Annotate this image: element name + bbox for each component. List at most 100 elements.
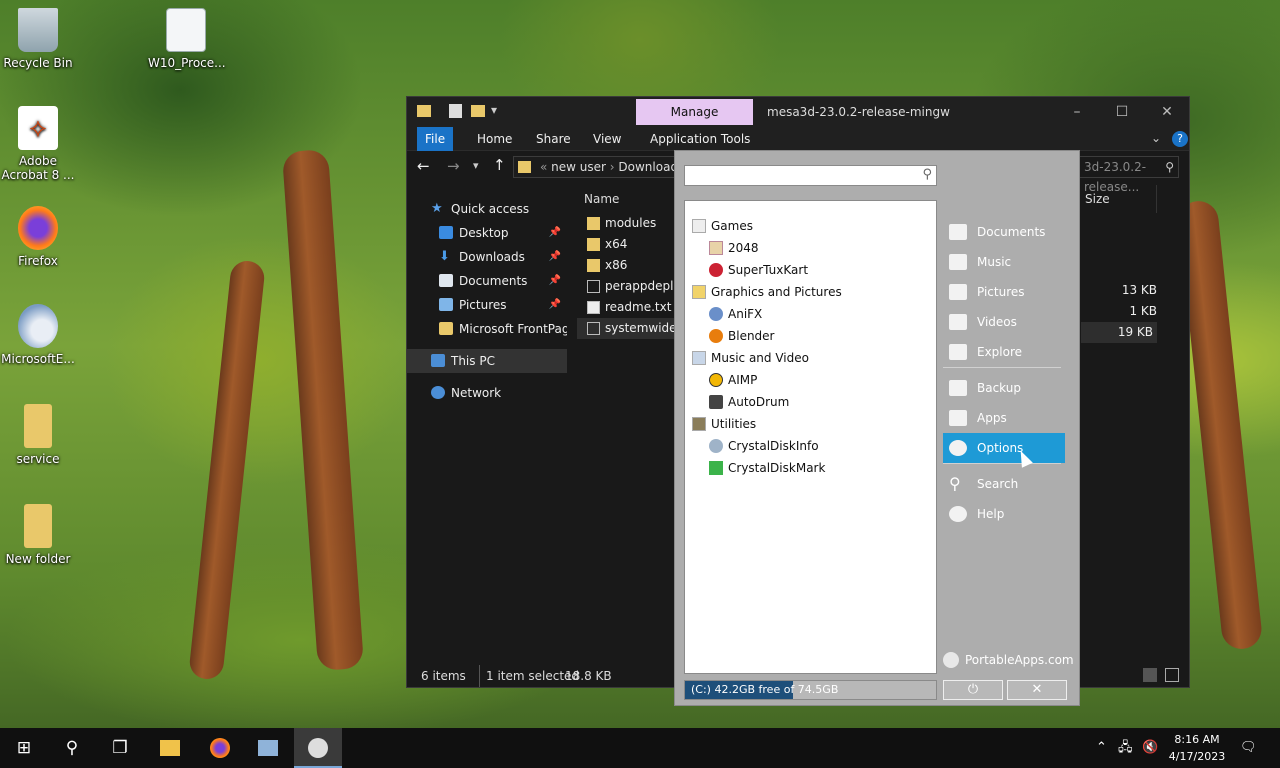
app-aimp[interactable]: AIMP — [685, 369, 936, 391]
nav-desktop[interactable]: Desktop 📌 — [407, 221, 567, 245]
power-button[interactable]: ⏻ — [943, 680, 1003, 700]
app-blender[interactable]: Blender — [685, 325, 936, 347]
link-options[interactable]: Options — [943, 433, 1065, 463]
task-view-button[interactable]: ❐ — [96, 728, 144, 768]
crystaldiskinfo-icon — [709, 439, 723, 453]
app-anifx[interactable]: AniFX — [685, 303, 936, 325]
notifications-icon[interactable]: 🗨 — [1240, 728, 1257, 768]
file-row[interactable]: perappdeploy — [577, 276, 681, 297]
tab-share[interactable]: Share — [528, 127, 579, 151]
nav-network[interactable]: Network — [407, 381, 567, 405]
folder-icon — [24, 404, 52, 448]
power-icon: ⏻ — [967, 682, 979, 697]
app-2048[interactable]: 2048 — [685, 237, 936, 259]
link-apps[interactable]: Apps — [943, 403, 1065, 433]
file-icon — [166, 8, 206, 52]
app-crystaldiskmark[interactable]: CrystalDiskMark — [685, 457, 936, 479]
taskbar-portableapps[interactable] — [294, 728, 342, 768]
link-music[interactable]: Music — [943, 247, 1065, 277]
manage-tab[interactable]: Manage — [636, 99, 753, 125]
forward-arrow-icon[interactable]: → — [447, 157, 460, 175]
taskbar-app[interactable] — [244, 728, 292, 768]
address-bar[interactable]: « new user › Downloads — [513, 156, 677, 178]
portableapps-logo[interactable]: PortableApps.com — [943, 651, 1074, 669]
taskbar-file-explorer[interactable] — [146, 728, 194, 768]
tree-trunk — [281, 149, 365, 671]
address-segment[interactable]: new user — [551, 160, 606, 174]
system-clock[interactable]: 8:16 AM 4/17/2023 — [1166, 731, 1228, 765]
search-icon[interactable]: ⚲ — [922, 167, 932, 182]
link-documents[interactable]: Documents — [943, 217, 1065, 247]
address-segment[interactable]: Downloads — [618, 160, 676, 174]
desktop-icon-label: service — [16, 452, 60, 466]
new-folder-icon[interactable] — [471, 105, 485, 117]
minimize-button[interactable]: – — [1062, 103, 1092, 121]
file-row[interactable]: modules — [577, 213, 681, 234]
app-autodrum[interactable]: AutoDrum — [685, 391, 936, 413]
category-games[interactable]: Games — [685, 215, 936, 237]
nav-quick-access[interactable]: ★ Quick access — [407, 197, 567, 221]
explorer-search-box[interactable]: 3d-23.0.2-release... ⚲ — [1079, 156, 1179, 194]
desktop-icon-service[interactable]: service — [0, 404, 76, 466]
desktop-icon-firefox[interactable]: Firefox — [0, 206, 76, 268]
nav-downloads[interactable]: ⬇ Downloads 📌 — [407, 245, 567, 269]
volume-muted-icon[interactable]: 🔇 — [1142, 728, 1158, 768]
link-search[interactable]: ⚲ Search — [943, 469, 1065, 499]
details-view-icon[interactable] — [1143, 668, 1157, 682]
folder-icon — [439, 322, 453, 335]
up-arrow-icon[interactable]: ↑ — [493, 156, 506, 174]
link-explore[interactable]: Explore — [943, 337, 1065, 367]
category-utilities[interactable]: Utilities — [685, 413, 936, 435]
desktop-icon-w10-process[interactable]: W10_Proce... — [148, 8, 226, 70]
tab-file[interactable]: File — [417, 127, 454, 151]
close-menu-button[interactable]: ✕ — [1007, 680, 1067, 700]
start-button[interactable]: ⊞ — [0, 728, 48, 768]
file-name: x86 — [605, 258, 628, 272]
category-music-and-video[interactable]: Music and Video — [685, 347, 936, 369]
nav-this-pc[interactable]: This PC — [407, 349, 567, 373]
apps-search-input[interactable]: ⚲ — [684, 165, 937, 186]
category-graphics-and-pictures[interactable]: Graphics and Pictures — [685, 281, 936, 303]
ribbon-expand-icon[interactable]: ⌄ — [1151, 131, 1161, 145]
taskbar-firefox[interactable] — [196, 728, 244, 768]
show-hidden-icons-icon[interactable]: ⌃ — [1096, 728, 1107, 768]
desktop-icon-microsoft-installer[interactable]: MicrosoftE... — [0, 304, 76, 366]
network-icon[interactable]: 🖧 — [1118, 728, 1133, 768]
acrobat-icon: ⟡ — [18, 106, 58, 150]
folder-icon — [949, 344, 967, 360]
address-overflow-icon: « — [540, 160, 552, 174]
properties-icon[interactable] — [449, 104, 462, 118]
file-row-selected[interactable]: systemwidedeploy — [577, 318, 681, 339]
app-crystaldiskinfo[interactable]: CrystalDiskInfo — [685, 435, 936, 457]
file-row[interactable]: readme.txt — [577, 297, 681, 318]
tab-home[interactable]: Home — [469, 127, 520, 151]
desktop-icon-new-folder[interactable]: New folder — [0, 504, 76, 566]
link-help[interactable]: Help — [943, 499, 1065, 529]
desktop-icon-recycle-bin[interactable]: Recycle Bin — [0, 8, 76, 70]
app-label: SuperTuxKart — [728, 263, 809, 277]
large-icons-view-icon[interactable] — [1165, 668, 1179, 682]
quick-access-dropdown-icon[interactable]: ▾ — [491, 103, 497, 117]
tab-view[interactable]: View — [585, 127, 629, 151]
clock-time: 8:16 AM — [1174, 733, 1220, 746]
help-icon[interactable]: ? — [1172, 131, 1188, 147]
nav-microsoft-frontpage[interactable]: Microsoft FrontPage — [407, 317, 567, 341]
close-button[interactable]: ✕ — [1152, 103, 1182, 121]
file-row[interactable]: x64 — [577, 234, 681, 255]
nav-documents[interactable]: Documents 📌 — [407, 269, 567, 293]
app-supertuxkart[interactable]: SuperTuxKart — [685, 259, 936, 281]
back-arrow-icon[interactable]: ← — [417, 157, 430, 175]
maximize-button[interactable]: ☐ — [1107, 103, 1137, 121]
link-backup[interactable]: Backup — [943, 373, 1065, 403]
desktop-icon-adobe-acrobat[interactable]: ⟡ Adobe Acrobat 8 ... — [0, 106, 76, 182]
link-pictures[interactable]: Pictures — [943, 277, 1065, 307]
taskbar-search-button[interactable]: ⚲ — [48, 728, 96, 768]
explorer-titlebar[interactable]: ▾ Manage mesa3d-23.0.2-release-mingw – ☐… — [407, 97, 1189, 127]
file-row[interactable]: x86 — [577, 255, 681, 276]
recent-locations-icon[interactable]: ▾ — [473, 159, 479, 172]
column-header-size[interactable]: Size — [1085, 185, 1157, 213]
tab-application-tools[interactable]: Application Tools — [642, 127, 758, 151]
disk-space-text: (C:) 42.2GB free of 74.5GB — [691, 683, 839, 696]
link-videos[interactable]: Videos — [943, 307, 1065, 337]
nav-pictures[interactable]: Pictures 📌 — [407, 293, 567, 317]
